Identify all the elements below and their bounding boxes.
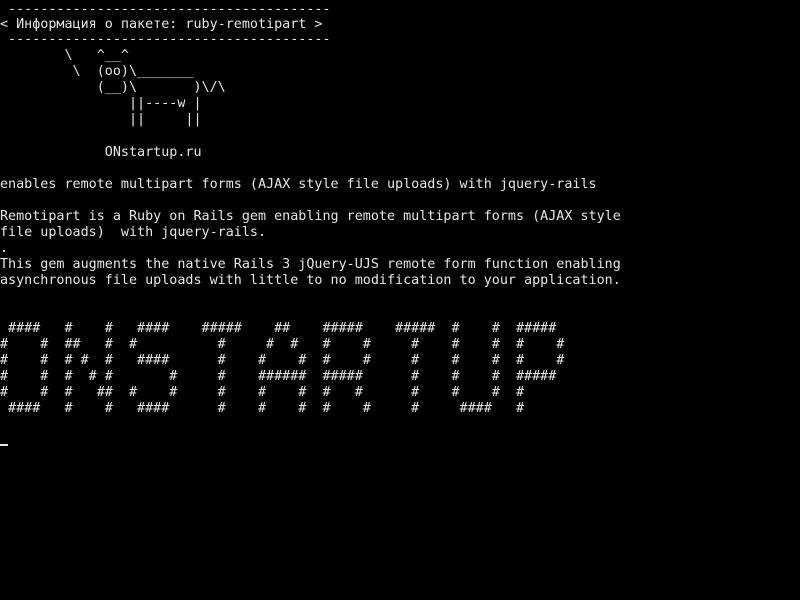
banner-title: < Информация о пакете: ruby-remotipart > bbox=[0, 17, 323, 32]
cow-art-line: \ (oo)\_______ bbox=[0, 64, 194, 79]
cow-art-line: ||----w | bbox=[0, 96, 202, 111]
cow-art-line: \ ^__^ bbox=[0, 48, 129, 63]
banner-bottom-rule: ---------------------------------------- bbox=[0, 32, 331, 47]
text-cursor bbox=[0, 444, 8, 446]
description-line: This gem augments the native Rails 3 jQu… bbox=[0, 257, 621, 272]
description-line: Remotipart is a Ruby on Rails gem enabli… bbox=[0, 209, 621, 224]
big-text-line: #### # # #### ##### ## ##### ##### # # #… bbox=[0, 321, 557, 336]
big-text-line: # # # ## # # # # # # # # # # # bbox=[0, 385, 525, 400]
big-text-line: # # ## # # # # # # # # # # # # bbox=[0, 337, 565, 352]
terminal-screen[interactable]: ----------------------------------------… bbox=[0, 0, 800, 600]
banner-top-rule: ---------------------------------------- bbox=[0, 2, 331, 17]
big-text-line: #### # # #### # # # # # # #### # bbox=[0, 401, 525, 416]
cow-art-line: (__)\ )\/\ bbox=[0, 80, 226, 95]
description-line: asynchronous file uploads with little to… bbox=[0, 273, 621, 288]
description-line: . bbox=[0, 241, 9, 256]
package-summary: enables remote multipart forms (AJAX sty… bbox=[0, 177, 597, 192]
site-label: ONstartup.ru bbox=[0, 145, 202, 160]
big-text-line: # # # # # # # ###### ##### # # # ##### bbox=[0, 369, 557, 384]
big-text-line: # # # # # #### # # # # # # # # # # bbox=[0, 353, 565, 368]
cow-art-line: || || bbox=[0, 112, 202, 127]
description-line: file uploads) with jquery-rails. bbox=[0, 225, 267, 240]
